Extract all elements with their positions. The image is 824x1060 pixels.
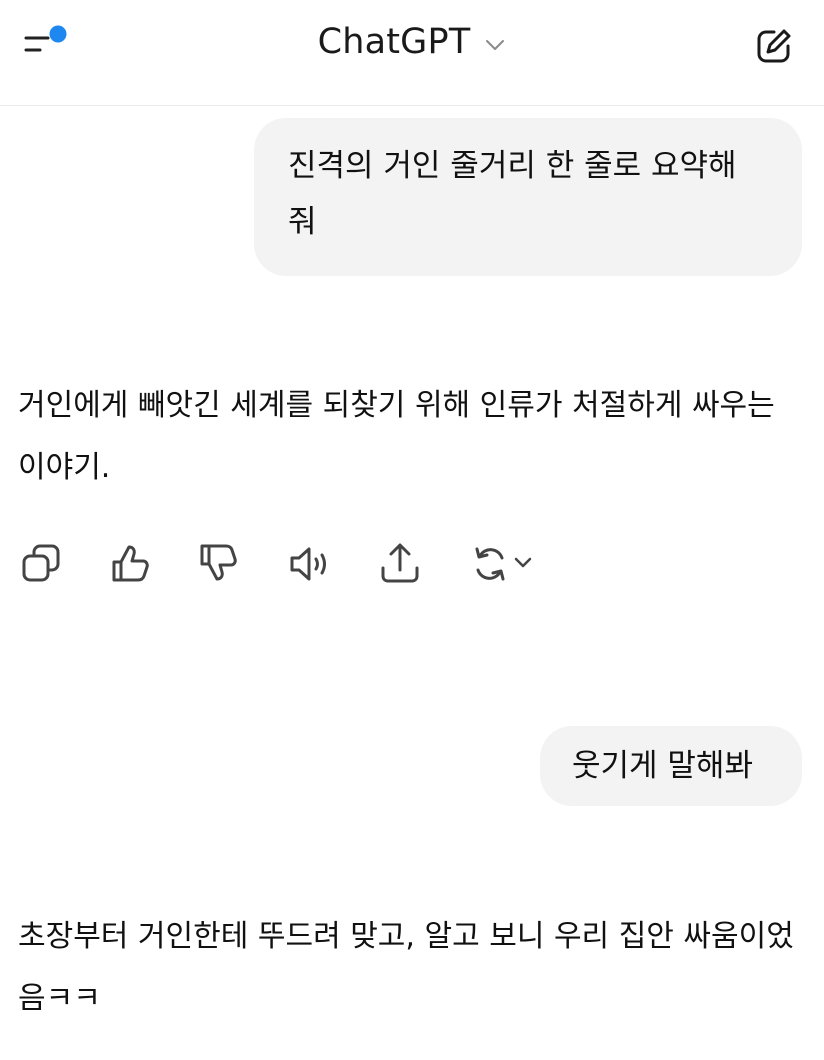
read-aloud-icon <box>290 547 326 581</box>
copy-icon <box>22 544 60 582</box>
user-message: 진격의 거인 줄거리 한 줄로 요약해 줘 <box>254 118 802 276</box>
thumbs-down-icon <box>200 544 237 581</box>
regenerate-button[interactable] <box>468 540 548 588</box>
thumbs-up-icon <box>112 545 149 582</box>
share-icon <box>381 543 419 583</box>
assistant-message: 거인에게 빼앗긴 세계를 되찾기 위해 인류가 처절하게 싸우는 이야기. <box>18 388 775 485</box>
model-selector[interactable]: ChatGPT <box>302 20 522 64</box>
share-button[interactable] <box>376 540 424 588</box>
chevron-down-icon <box>486 40 505 50</box>
sidebar-menu-button[interactable] <box>18 22 74 62</box>
user-message: 웃기게 말해봐 <box>540 726 802 806</box>
good-response-button[interactable] <box>108 540 156 588</box>
chat-screen: ChatGPT 진격의 거인 줄거리 한 줄로 요약해 줘 거인에게 빼앗긴 세… <box>0 0 824 1060</box>
assistant-message: 초장부터 거인한테 뚜드려 맞고, 알고 보니 우리 집안 싸움이었음ㅋㅋ <box>18 919 794 1016</box>
regenerate-icon <box>475 547 505 581</box>
top-bar: ChatGPT <box>0 0 824 106</box>
chevron-down-icon <box>514 557 532 568</box>
notification-dot <box>49 25 67 43</box>
new-chat-icon <box>757 29 791 63</box>
copy-button[interactable] <box>18 540 66 588</box>
bad-response-button[interactable] <box>196 540 244 588</box>
sidebar-menu-icon <box>24 25 67 52</box>
app-title: ChatGPT <box>317 22 471 62</box>
new-chat-button[interactable] <box>752 24 796 68</box>
read-aloud-button[interactable] <box>288 540 336 588</box>
